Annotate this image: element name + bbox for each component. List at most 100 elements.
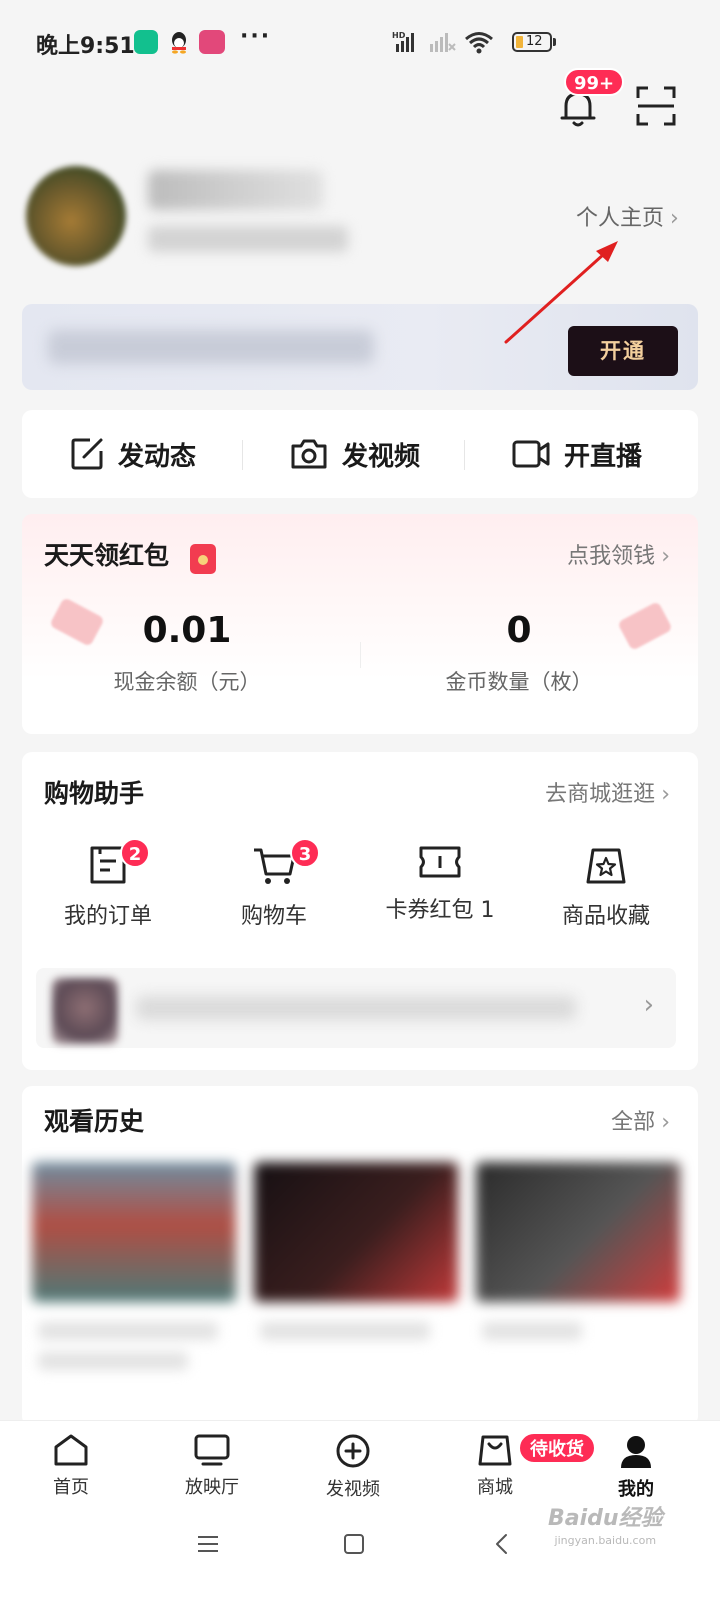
recent-product-row[interactable]: › [36, 968, 676, 1048]
red-envelope-icon [190, 544, 216, 574]
divider [242, 440, 243, 470]
view-all-link[interactable]: 全部 › [611, 1104, 670, 1136]
red-envelope-decoration [617, 601, 673, 651]
cart-count-badge: 3 [290, 838, 320, 868]
nav-home[interactable]: 首页 [16, 1421, 126, 1511]
nav-me-label: 我的 [618, 1479, 654, 1500]
claim-money-link[interactable]: 点我领钱 › [567, 538, 670, 570]
battery-cap [553, 38, 556, 46]
username-blurred [148, 170, 323, 210]
homepage-link-label: 个人主页 [576, 206, 665, 231]
qq-icon [172, 32, 186, 54]
watermark-brand: Baidu经验 [548, 1506, 663, 1531]
chevron-right-icon: › [670, 206, 679, 231]
watch-history-card: 观看历史 全部 › [22, 1086, 698, 1426]
nav-theater[interactable]: 放映厅 [157, 1421, 267, 1511]
pending-delivery-badge: 待收货 [518, 1432, 596, 1464]
home-square-icon[interactable] [342, 1532, 366, 1556]
history-thumbnail[interactable] [254, 1162, 458, 1302]
chevron-right-icon: › [661, 782, 670, 807]
cash-balance-label: 现金余额（元） [113, 670, 261, 694]
security-app-icon [134, 30, 158, 54]
edit-icon [71, 438, 103, 470]
video-camera-icon [512, 440, 550, 468]
coin-count-value[interactable]: 0 [419, 610, 619, 651]
shopping-bag-icon [478, 1435, 512, 1466]
menu-icon[interactable] [196, 1532, 220, 1556]
history-caption-blurred [482, 1322, 582, 1340]
avatar[interactable] [26, 166, 126, 266]
product-info-blurred [136, 996, 576, 1020]
go-live-button[interactable]: 开直播 [512, 410, 642, 498]
post-video-button[interactable]: 发视频 [290, 410, 420, 498]
home-icon [54, 1434, 88, 1466]
post-video-label: 发视频 [342, 441, 421, 472]
post-update-button[interactable]: 发动态 [70, 410, 196, 498]
history-thumbnail[interactable] [476, 1162, 680, 1302]
nav-theater-label: 放映厅 [185, 1477, 239, 1498]
plus-circle-icon [336, 1434, 370, 1468]
baidu-watermark: Baidu经验 jingyan.baidu.com [548, 1500, 663, 1547]
svg-text:HD: HD [392, 31, 406, 40]
go-live-label: 开直播 [564, 441, 643, 472]
nav-post-video[interactable]: 发视频 [298, 1421, 408, 1511]
nav-home-label: 首页 [53, 1477, 89, 1498]
quick-actions-card: 发动态 发视频 开直播 [22, 410, 698, 498]
my-orders-button[interactable]: 我的订单 2 [28, 838, 188, 930]
vip-banner-text-blurred [48, 330, 374, 364]
history-caption-blurred [38, 1322, 218, 1340]
shopping-cart-button[interactable]: 购物车 3 [194, 838, 354, 930]
favorite-bag-icon [586, 848, 626, 884]
open-vip-button[interactable]: 开通 [568, 326, 678, 376]
coin-count-label: 金币数量（枚） [445, 670, 593, 694]
more-notifications-icon: ··· [240, 24, 272, 49]
coupon-icon [419, 846, 461, 878]
tv-icon [194, 1434, 230, 1466]
favorites-label: 商品收藏 [561, 904, 650, 929]
divider [464, 440, 465, 470]
product-thumbnail [52, 978, 118, 1044]
coupons-button[interactable]: 卡券红包 1 [360, 844, 520, 924]
signal-icon: HD [392, 31, 414, 52]
nav-post-video-label: 发视频 [326, 1479, 380, 1500]
shopping-title: 购物助手 [44, 779, 145, 808]
bilibili-app-icon [199, 30, 225, 54]
history-thumbnails-blurred [32, 1162, 698, 1392]
nav-mall-label: 商城 [477, 1477, 513, 1498]
back-icon[interactable] [490, 1532, 514, 1556]
chevron-right-icon: › [643, 990, 654, 1020]
camera-icon [291, 439, 327, 469]
my-orders-label: 我的订单 [63, 904, 152, 929]
watermark-url: jingyan.baidu.com [554, 1534, 657, 1547]
red-packet-card: 天天领红包 点我领钱 › 0.01 现金余额（元） 0 金币数量（枚） [22, 514, 698, 734]
history-title: 观看历史 [44, 1107, 145, 1136]
favorites-button[interactable]: 商品收藏 [526, 844, 686, 930]
profile-stats-blurred [148, 226, 348, 252]
scan-icon[interactable] [636, 86, 676, 126]
history-thumbnail[interactable] [32, 1162, 236, 1302]
divider [360, 642, 361, 668]
battery-level: 12 [526, 34, 543, 49]
orders-count-badge: 2 [120, 838, 150, 868]
user-icon [621, 1436, 651, 1468]
personal-homepage-link[interactable]: 个人主页 › [576, 200, 679, 232]
go-to-mall-link[interactable]: 去商城逛逛 › [545, 776, 670, 808]
post-update-label: 发动态 [118, 441, 197, 472]
go-to-mall-label: 去商城逛逛 [545, 782, 656, 807]
red-packet-title: 天天领红包 [44, 541, 170, 570]
notification-badge: 99+ [564, 68, 625, 96]
cash-balance-value[interactable]: 0.01 [87, 610, 287, 651]
coupons-label: 卡券红包 1 [385, 898, 495, 923]
claim-money-label: 点我领钱 [567, 544, 656, 569]
shopping-assistant-card: 购物助手 去商城逛逛 › 我的订单 2 购物车 3 卡券红包 1 商品收藏 › [22, 752, 698, 1070]
shopping-cart-label: 购物车 [240, 904, 307, 929]
signal-weak-icon [430, 33, 456, 52]
nav-me[interactable]: 我的 [581, 1421, 691, 1511]
wifi-icon [465, 32, 493, 54]
bottom-navigation: 首页 放映厅 发视频 商城 我的 [0, 1420, 720, 1510]
battery-icon: 12 [512, 32, 552, 52]
view-all-label: 全部 [611, 1110, 656, 1135]
chevron-right-icon: › [661, 544, 670, 569]
history-caption-blurred [260, 1322, 430, 1340]
status-time: 晚上9:51 [36, 34, 135, 59]
